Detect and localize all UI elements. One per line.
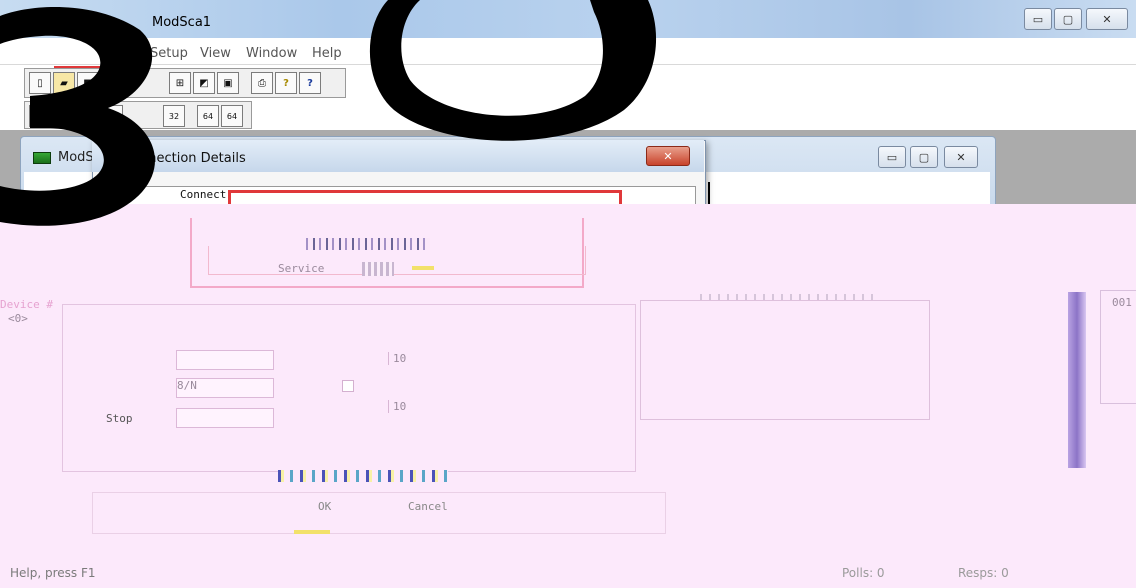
ink-annotation-strokes [0, 0, 657, 226]
ink-stroke-right [369, 0, 657, 141]
ink-stroke-left [0, 7, 155, 226]
